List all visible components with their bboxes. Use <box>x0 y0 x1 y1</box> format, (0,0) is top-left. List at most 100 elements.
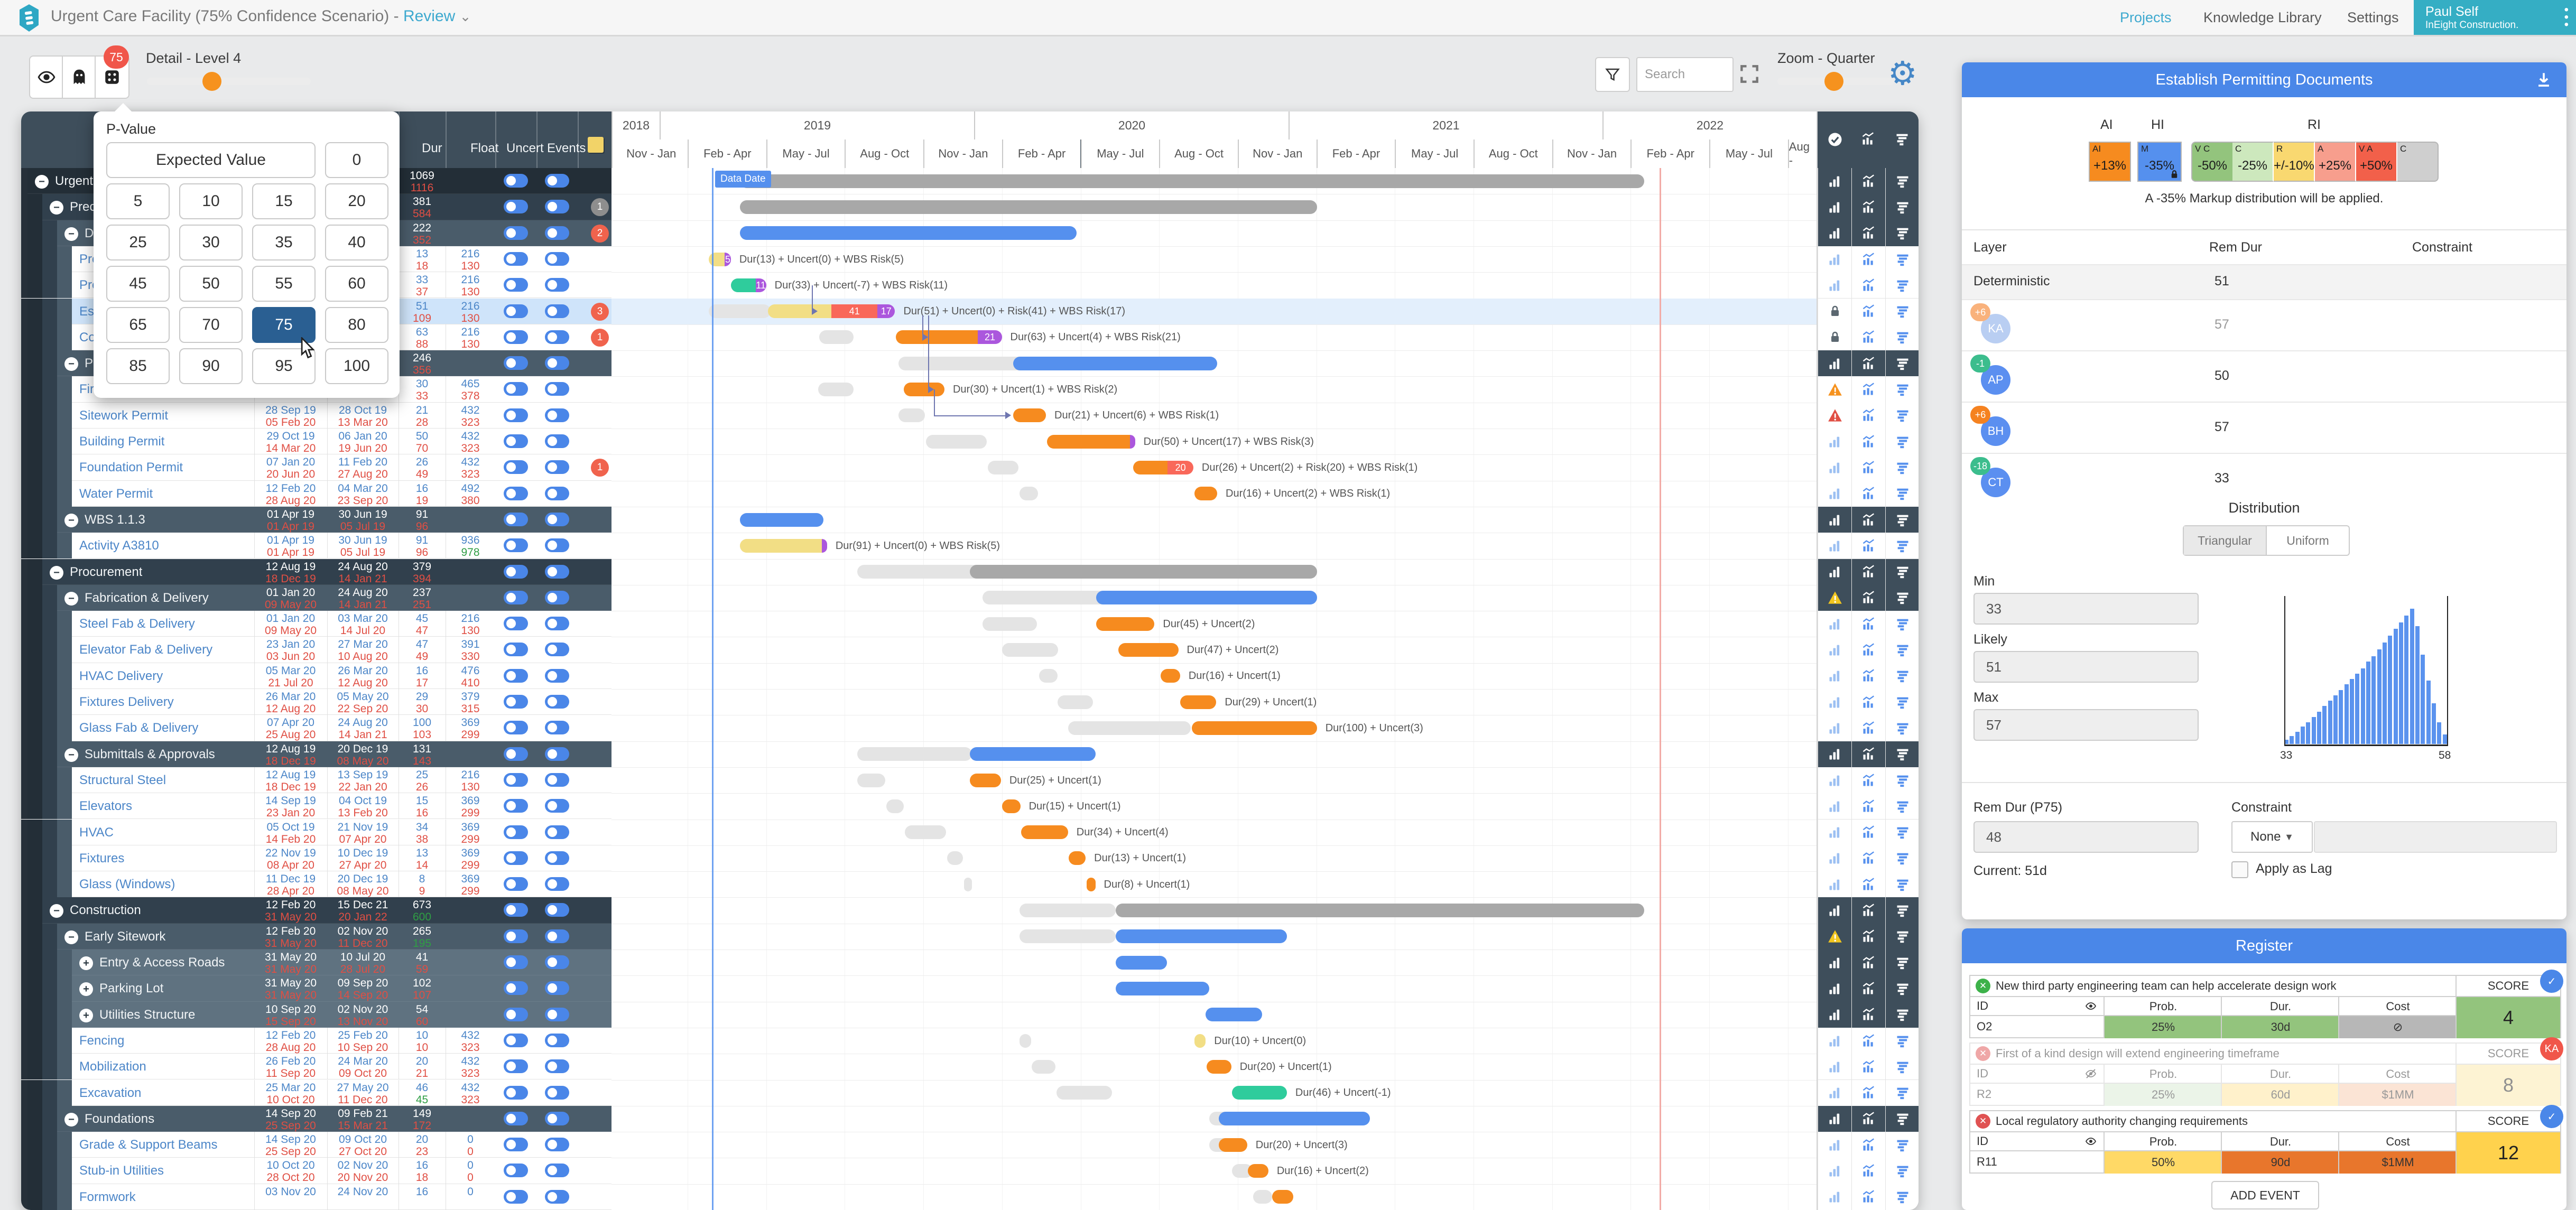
row-chart-icon[interactable] <box>1851 689 1886 715</box>
row-tornado-icon[interactable] <box>1885 533 1919 559</box>
gantt-bar[interactable] <box>1021 825 1068 839</box>
expand-button[interactable] <box>1738 62 1761 88</box>
events-toggle[interactable] <box>545 877 569 891</box>
gantt-bar-segment[interactable] <box>731 278 756 292</box>
uncert-toggle[interactable] <box>504 851 528 865</box>
toggle-uniform[interactable]: Uniform <box>2267 526 2349 555</box>
row-chart-icon[interactable] <box>1851 559 1886 585</box>
grid-row[interactable]: Activity A381001 Apr 1901 Apr 1930 Jun 1… <box>21 533 611 559</box>
events-toggle[interactable] <box>545 1164 569 1177</box>
row-label-mobilization[interactable]: Mobilization <box>79 1059 146 1074</box>
row-tornado-icon[interactable] <box>1885 689 1919 715</box>
row-histogram-icon[interactable] <box>1818 975 1852 1001</box>
uncert-toggle[interactable] <box>504 382 528 396</box>
detail-slider[interactable] <box>147 78 311 85</box>
row-label-entry-access-roads[interactable]: +Entry & Access Roads <box>79 955 225 970</box>
event-cost-value[interactable]: ⊘ <box>2338 1015 2457 1038</box>
uncert-toggle[interactable] <box>504 330 528 344</box>
uncert-toggle[interactable] <box>504 799 528 813</box>
row-tornado-icon[interactable] <box>1885 194 1919 220</box>
uncert-toggle[interactable] <box>504 252 528 266</box>
row-histogram-icon[interactable] <box>1818 1158 1852 1184</box>
pvalue-button-50[interactable]: 50 <box>179 266 243 302</box>
uncert-toggle[interactable] <box>504 591 528 604</box>
row-chart-icon[interactable] <box>1851 299 1886 324</box>
row-chart-icon[interactable] <box>1851 194 1886 220</box>
row-histogram-icon[interactable] <box>1818 1028 1852 1054</box>
row-chart-icon[interactable] <box>1851 1080 1886 1106</box>
row-chart-icon[interactable] <box>1851 324 1886 350</box>
ri-markup-chip-2[interactable]: C-25% <box>2232 142 2274 182</box>
user-menu[interactable]: Paul Self InEight Construction. ••• <box>2414 0 2576 35</box>
gantt-bar-segment[interactable] <box>768 304 831 318</box>
row-histogram-icon[interactable] <box>1818 454 1852 480</box>
row-chart-icon[interactable] <box>1851 454 1886 480</box>
events-toggle[interactable] <box>545 721 569 734</box>
gantt-bar[interactable] <box>970 565 1317 579</box>
grid-row[interactable]: Steel Fab & Delivery01 Jan 2009 May 2003… <box>21 611 611 637</box>
event-dur-value[interactable]: 90d <box>2221 1150 2339 1174</box>
row-tornado-icon[interactable] <box>1885 559 1919 585</box>
row-histogram-icon[interactable] <box>1818 1184 1852 1210</box>
row-chart-icon[interactable] <box>1851 871 1886 897</box>
grid-row[interactable]: −WBS 1.1.301 Apr 1901 Apr 1930 Jun 1905 … <box>21 507 611 533</box>
row-label-foundation-permit[interactable]: Foundation Permit <box>79 460 183 475</box>
gantt-bar[interactable] <box>970 747 1095 761</box>
row-chart-icon[interactable] <box>1851 481 1886 507</box>
toggle-triangular[interactable]: Triangular <box>2184 526 2267 555</box>
row-tornado-icon[interactable] <box>1885 663 1919 689</box>
event-id-value[interactable]: O2 <box>1970 1015 2104 1037</box>
grid-row[interactable]: −Foundations14 Sep 2025 Sep 2009 Feb 211… <box>21 1106 611 1132</box>
row-label-stub-in-utilities[interactable]: Stub-in Utilities <box>79 1164 164 1178</box>
gantt-bar-segment[interactable]: 20 <box>1167 461 1193 474</box>
pvalue-button-60[interactable]: 60 <box>325 266 388 302</box>
uncert-toggle[interactable] <box>504 721 528 734</box>
events-toggle[interactable] <box>545 1190 569 1204</box>
event-cost-value[interactable]: $1MM <box>2338 1150 2457 1174</box>
events-toggle[interactable] <box>545 304 569 318</box>
row-tornado-icon[interactable] <box>1885 246 1919 272</box>
pvalue-button-100[interactable]: 100 <box>325 348 388 384</box>
pvalue-button-35[interactable]: 35 <box>252 225 316 260</box>
gantt-bar-segment[interactable] <box>740 539 822 553</box>
uncert-toggle[interactable] <box>504 565 528 579</box>
row-tornado-icon[interactable] <box>1885 272 1919 298</box>
constraint-date-input[interactable] <box>2314 821 2557 853</box>
uncert-toggle[interactable] <box>504 773 528 787</box>
grid-row[interactable]: Sitework Permit28 Sep 1905 Feb 2028 Oct … <box>21 403 611 429</box>
events-toggle[interactable] <box>545 408 569 422</box>
events-toggle[interactable] <box>545 1138 569 1151</box>
row-tornado-icon[interactable] <box>1885 1002 1919 1028</box>
row-histogram-icon[interactable] <box>1818 950 1852 975</box>
scenario-ghost-button[interactable] <box>62 55 97 99</box>
events-toggle[interactable] <box>545 513 569 526</box>
gantt-bar[interactable] <box>1116 956 1167 970</box>
gantt-bar[interactable] <box>1013 408 1046 422</box>
row-histogram-icon[interactable] <box>1818 689 1852 715</box>
eye-icon[interactable] <box>2084 1135 2097 1148</box>
pvalue-button-20[interactable]: 20 <box>325 183 388 219</box>
row-chart-icon[interactable] <box>1851 897 1886 923</box>
events-toggle[interactable] <box>545 617 569 630</box>
gantt-bar[interactable] <box>1219 1112 1370 1125</box>
row-histogram-icon[interactable] <box>1818 767 1852 793</box>
grid-row[interactable]: −Construction12 Feb 2031 May 2015 Dec 21… <box>21 897 611 923</box>
row-chart-icon[interactable] <box>1851 1002 1886 1028</box>
layer-row-bh[interactable]: BH+657 <box>1962 402 2566 453</box>
row-label-sitework-permit[interactable]: Sitework Permit <box>79 408 168 423</box>
row-tornado-icon[interactable] <box>1885 871 1919 897</box>
download-icon[interactable] <box>2535 71 2553 89</box>
gantt-bar[interactable] <box>1096 591 1317 604</box>
event-id-value[interactable]: R2 <box>1970 1083 2104 1105</box>
gantt-bar[interactable] <box>740 200 1317 214</box>
pvalue-button-30[interactable]: 30 <box>179 225 243 260</box>
gantt-bar[interactable] <box>1194 487 1217 500</box>
row-tornado-icon[interactable] <box>1885 741 1919 767</box>
uncert-toggle[interactable] <box>504 1059 528 1073</box>
grid-row[interactable]: Glass Fab & Delivery07 Apr 2025 Aug 2024… <box>21 715 611 741</box>
row-tornado-icon[interactable] <box>1885 611 1919 637</box>
pvalue-button-0[interactable]: 0 <box>325 142 388 178</box>
remdur-p75-input[interactable]: 48 <box>1973 821 2199 853</box>
row-chart-icon[interactable] <box>1851 429 1886 454</box>
row-chart-icon[interactable] <box>1851 246 1886 272</box>
